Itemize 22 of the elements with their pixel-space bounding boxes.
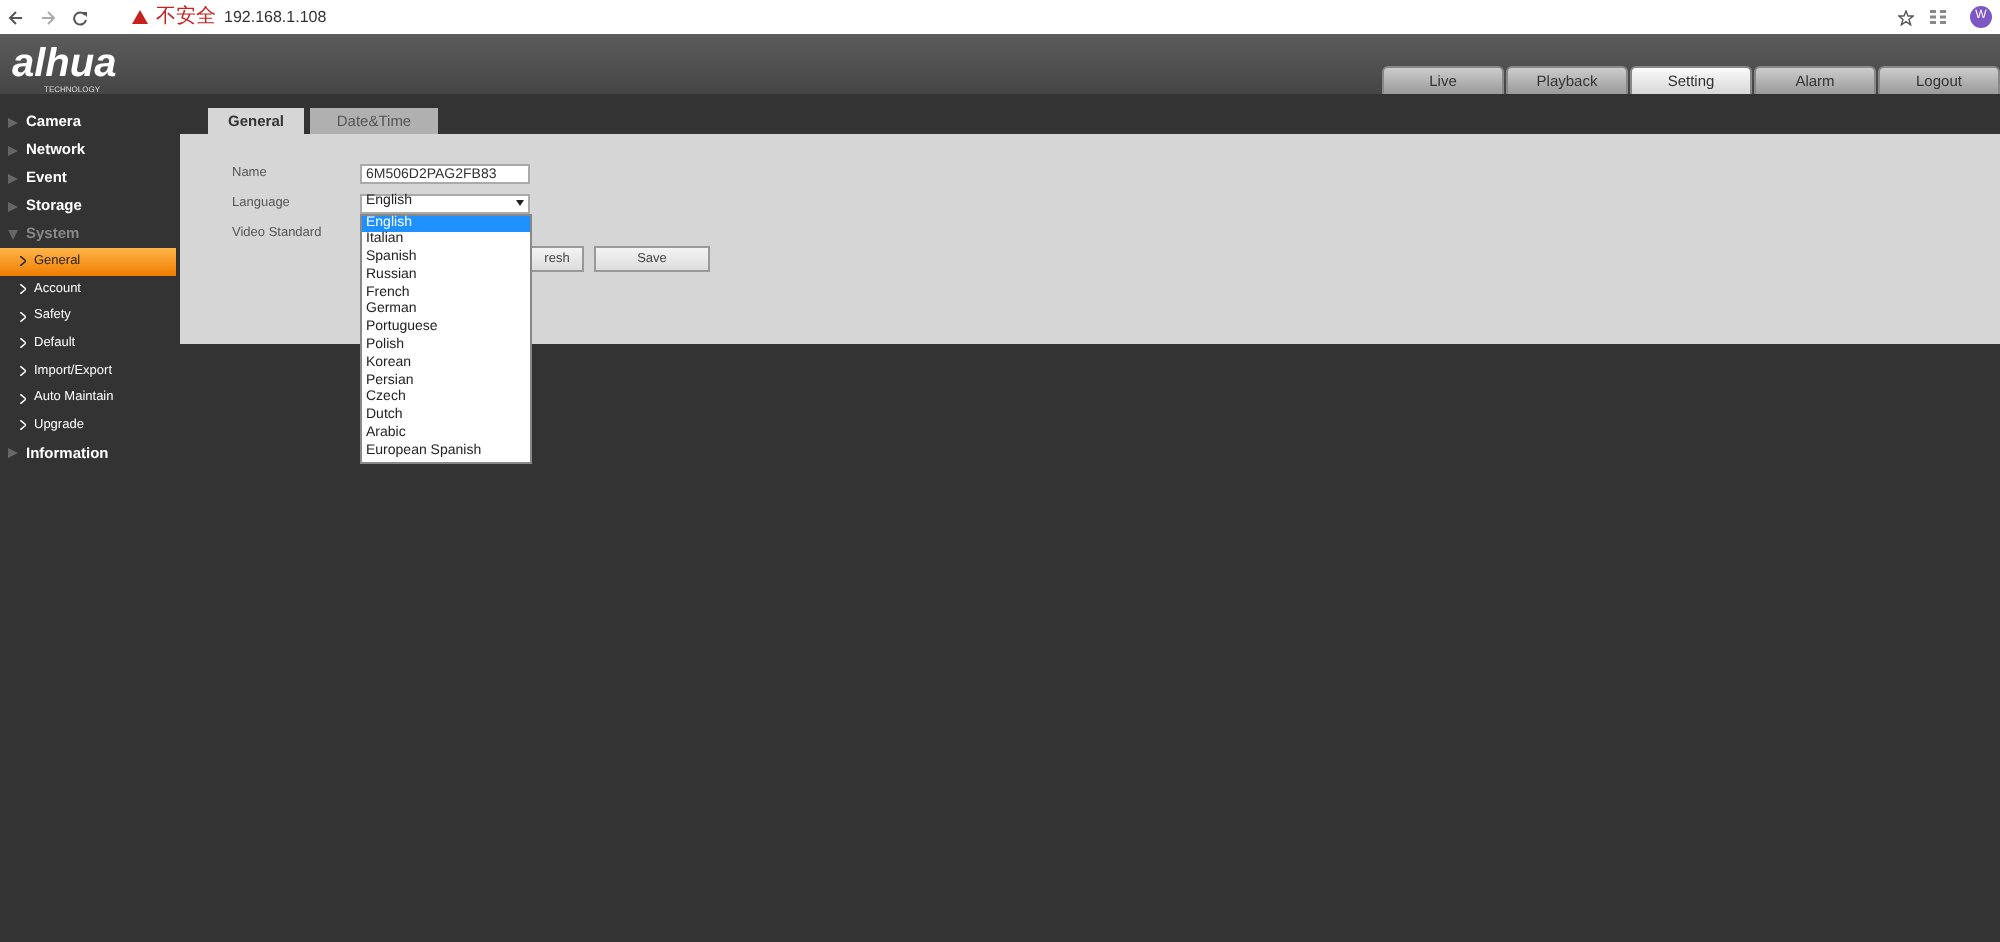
chevron-icon: [20, 366, 26, 377]
grid-icon[interactable]: [1930, 10, 1946, 24]
url-text[interactable]: 192.168.1.108: [224, 5, 327, 29]
logo: alhua: [10, 42, 117, 84]
warning-icon: [132, 10, 148, 24]
back-icon[interactable]: [8, 9, 24, 25]
chevron-icon: [20, 420, 26, 431]
triangle-right-icon: [8, 201, 18, 211]
chevron-icon: [20, 338, 26, 349]
triangle-down-icon: [8, 229, 18, 239]
reload-icon[interactable]: [72, 9, 88, 25]
triangle-right-icon: [8, 173, 18, 183]
chevron-icon: [20, 256, 26, 267]
triangle-right-icon: [8, 145, 18, 155]
triangle-right-icon: [8, 117, 18, 127]
chevron-icon: [20, 393, 26, 404]
chevron-icon: [20, 284, 26, 295]
caret-icon: [516, 200, 524, 206]
triangle-right-icon: [8, 448, 18, 459]
star-icon[interactable]: [1898, 9, 1914, 25]
chevron-icon: [20, 311, 26, 322]
security-label: 不安全: [156, 7, 216, 27]
